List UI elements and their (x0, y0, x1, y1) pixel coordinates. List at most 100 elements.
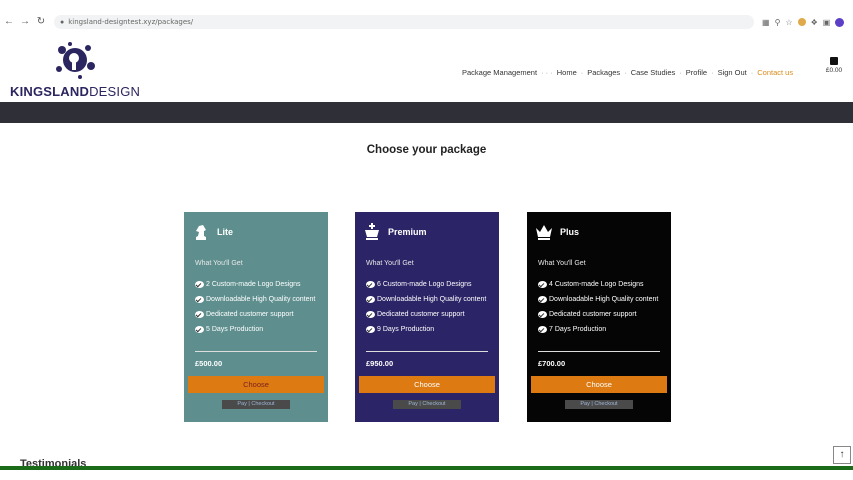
nav-home[interactable]: Home (557, 68, 577, 77)
check-circle-icon (538, 281, 547, 288)
nav-separator: · · · (541, 68, 553, 77)
check-circle-icon (195, 311, 204, 318)
feature-item: 7 Days Production (538, 325, 664, 335)
feature-item: Dedicated customer support (366, 310, 492, 320)
package-subtitle: What You'll Get (366, 260, 414, 267)
package-header: Lite (191, 222, 233, 242)
package-subtitle: What You'll Get (195, 260, 243, 267)
check-circle-icon (366, 311, 375, 318)
nav-contact-us[interactable]: Contact us (757, 68, 793, 77)
package-name: Lite (217, 227, 234, 237)
choose-premium-button[interactable]: Choose (359, 376, 495, 393)
browser-toolbar: ← → ↻ ● kingsland-designtest.xyz/package… (0, 12, 853, 32)
nav-case-studies[interactable]: Case Studies (631, 68, 676, 77)
cart-widget[interactable]: £0.00 (823, 57, 845, 74)
feature-text: Dedicated customer support (206, 311, 294, 318)
extensions-puzzle-icon[interactable]: ❖ (811, 18, 818, 27)
feature-text: 2 Custom-made Logo Designs (206, 281, 301, 288)
bookmark-star-icon[interactable]: ☆ (785, 18, 792, 27)
site-header: KINGSLANDDESIGN Package Management · · ·… (0, 32, 853, 102)
feature-item: Downloadable High Quality content (195, 295, 321, 305)
profile-avatar[interactable] (835, 17, 845, 27)
translate-icon[interactable]: ▦ (762, 18, 770, 27)
feature-text: 6 Custom-made Logo Designs (377, 281, 472, 288)
divider (538, 351, 660, 352)
nav-package-management[interactable]: Package Management (462, 68, 537, 77)
page-banner (0, 102, 853, 123)
nav-profile[interactable]: Profile (686, 68, 707, 77)
check-circle-icon (195, 281, 204, 288)
zoom-icon[interactable]: ⚲ (775, 18, 781, 27)
check-circle-icon (366, 296, 375, 303)
feature-item: Downloadable High Quality content (366, 295, 492, 305)
feature-item: 6 Custom-made Logo Designs (366, 280, 492, 290)
feature-text: 5 Days Production (206, 326, 264, 333)
feature-text: Downloadable High Quality content (549, 296, 659, 303)
package-card-plus: Plus What You'll Get 4 Custom-made Logo … (527, 212, 671, 422)
check-circle-icon (538, 326, 547, 333)
address-bar[interactable]: ● kingsland-designtest.xyz/packages/ (54, 15, 754, 29)
logo-text-bold: KINGSLAND (10, 84, 90, 99)
nav-separator: · (580, 68, 584, 77)
package-price: £500.00 (195, 359, 223, 368)
feature-item: 4 Custom-made Logo Designs (538, 280, 664, 290)
extension-icon[interactable] (797, 18, 806, 26)
feature-item: 9 Days Production (366, 325, 492, 335)
nav-separator: · (711, 68, 714, 77)
reload-icon[interactable]: ↻ (34, 15, 48, 29)
package-card-premium: Premium What You'll Get 6 Custom-made Lo… (355, 212, 499, 422)
site-logo[interactable]: KINGSLANDDESIGN (10, 40, 140, 100)
main-navigation: Package Management · · · Home · Packages… (462, 68, 793, 77)
package-header: Premium (362, 222, 427, 242)
feature-item: 5 Days Production (195, 325, 321, 335)
choose-plus-button[interactable]: Choose (531, 376, 667, 393)
site-info-icon[interactable]: ● (60, 19, 64, 26)
pay-checkout-badge[interactable]: Pay | Checkout (222, 400, 290, 409)
feature-text: 9 Days Production (377, 326, 435, 333)
arrow-right-icon[interactable]: → (18, 15, 32, 29)
logo-wordmark: KINGSLANDDESIGN (10, 84, 140, 99)
package-price: £700.00 (538, 359, 566, 368)
feature-text: Downloadable High Quality content (206, 296, 316, 303)
browser-actions: ▦ ⚲ ☆ ❖ ▣ (762, 17, 845, 27)
page-title: Choose your package (366, 144, 487, 156)
pay-checkout-badge[interactable]: Pay | Checkout (393, 400, 461, 409)
feature-item: Dedicated customer support (538, 310, 664, 320)
feature-list: 2 Custom-made Logo Designs Downloadable … (195, 280, 321, 340)
feature-text: Downloadable High Quality content (377, 296, 487, 303)
footer-strip (0, 466, 853, 470)
package-card-lite: Lite What You'll Get 2 Custom-made Logo … (184, 212, 328, 422)
check-circle-icon (195, 326, 204, 333)
check-circle-icon (366, 326, 375, 333)
feature-item: Dedicated customer support (195, 310, 321, 320)
check-circle-icon (195, 296, 204, 303)
arrow-left-icon[interactable]: ← (2, 15, 16, 29)
feature-text: Dedicated customer support (377, 311, 465, 318)
chess-king-icon (365, 223, 379, 240)
divider (195, 351, 317, 352)
feature-list: 6 Custom-made Logo Designs Downloadable … (366, 280, 492, 340)
sidebar-icon[interactable]: ▣ (823, 18, 831, 27)
feature-text: 7 Days Production (549, 326, 607, 333)
feature-item: 2 Custom-made Logo Designs (195, 280, 321, 290)
package-name: Premium (388, 227, 427, 237)
chess-knight-icon (196, 225, 206, 240)
check-circle-icon (538, 296, 547, 303)
feature-text: Dedicated customer support (549, 311, 637, 318)
package-header: Plus (534, 222, 579, 242)
nav-sign-out[interactable]: Sign Out (718, 68, 747, 77)
package-subtitle: What You'll Get (538, 260, 586, 267)
scroll-to-top-button[interactable]: ↑ (833, 446, 851, 464)
check-circle-icon (538, 311, 547, 318)
pay-checkout-badge[interactable]: Pay | Checkout (565, 400, 633, 409)
url-text: kingsland-designtest.xyz/packages/ (68, 18, 194, 26)
choose-lite-button[interactable]: Choose (188, 376, 324, 393)
feature-list: 4 Custom-made Logo Designs Downloadable … (538, 280, 664, 340)
nav-separator: · (624, 68, 627, 77)
package-name: Plus (560, 227, 580, 237)
nav-packages[interactable]: Packages (587, 68, 620, 77)
crown-icon (536, 225, 552, 240)
logo-text-light: DESIGN (89, 84, 141, 99)
divider (366, 351, 488, 352)
nav-separator: · (750, 68, 754, 77)
